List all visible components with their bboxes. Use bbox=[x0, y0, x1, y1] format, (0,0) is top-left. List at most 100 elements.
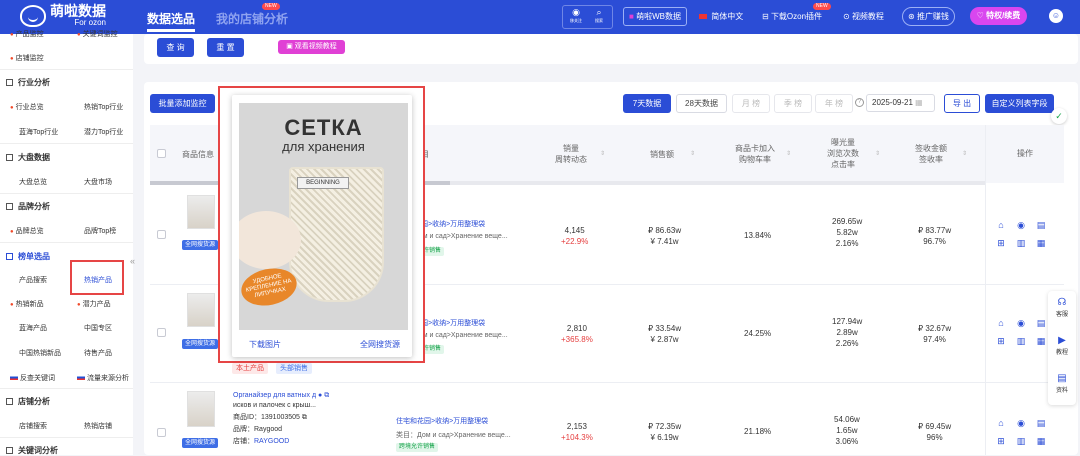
eye-icon[interactable]: ◉ bbox=[1011, 220, 1031, 231]
batch-monitor-button[interactable]: 批量添加监控 bbox=[150, 94, 215, 113]
sidebar-item-traffic-source[interactable]: 流量来源分析 bbox=[77, 373, 129, 383]
search-source-tag[interactable]: 全网搜货源 bbox=[182, 438, 219, 448]
copy-icon[interactable]: ⧉ bbox=[302, 414, 307, 421]
language-selector[interactable]: 简体中文 bbox=[699, 11, 743, 22]
sidebar-item-china-hot-new[interactable]: 中国热销新品 bbox=[19, 348, 61, 358]
logo[interactable]: 萌啦数据 For ozon bbox=[20, 4, 106, 27]
collapse-icon[interactable]: « bbox=[130, 256, 135, 266]
col-revenue[interactable]: 销售额 bbox=[650, 149, 674, 160]
sidebar-section-market[interactable]: 大盘数据 bbox=[6, 152, 50, 163]
doc-icon[interactable]: ▥ bbox=[1011, 436, 1031, 447]
col-exposure[interactable]: 曝光量 浏览次数 点击率 bbox=[827, 137, 859, 170]
sidebar-item-brand-top[interactable]: 品牌Top榜 bbox=[84, 226, 116, 236]
nav-my-store-analysis[interactable]: 我的店铺分析 bbox=[216, 10, 288, 27]
help-icon[interactable]: ? bbox=[855, 98, 864, 107]
sidebar-item-blue-ocean-industry[interactable]: 蓝海Top行业 bbox=[19, 127, 58, 137]
sidebar-item-blue-ocean[interactable]: 蓝海产品 bbox=[19, 323, 47, 333]
sort-icon[interactable]: ⇕ bbox=[690, 150, 695, 157]
customer-service-button[interactable]: ☊ 客服 bbox=[1048, 296, 1076, 318]
col-cart-rate[interactable]: 商品卡加入 购物车率 bbox=[735, 143, 775, 165]
follow-tool[interactable]: ◉ 移关注 bbox=[567, 6, 585, 28]
monitor-icon[interactable]: ⌂ bbox=[991, 220, 1011, 231]
sort-icon[interactable]: ⇕ bbox=[600, 150, 605, 157]
year-rank[interactable]: 年 榜 bbox=[815, 94, 853, 113]
search-tool[interactable]: ⌕ 搜索 bbox=[590, 6, 608, 28]
select-all-checkbox[interactable] bbox=[157, 149, 166, 158]
compare-icon[interactable]: ⊞ bbox=[991, 436, 1011, 447]
sidebar-item-china-zone[interactable]: 中国专区 bbox=[84, 323, 112, 333]
download-plugin-link[interactable]: ⊟ 下载Ozon插件 bbox=[762, 11, 822, 22]
export-button[interactable]: 导 出 bbox=[944, 94, 980, 113]
monitor-icon[interactable]: ⌂ bbox=[991, 418, 1011, 429]
eye-icon[interactable]: ◉ bbox=[1011, 418, 1031, 429]
product-title[interactable]: Органайзер для ватных д ● ⧉ bbox=[233, 391, 329, 401]
sidebar-item-market-overview[interactable]: 大盘总览 bbox=[19, 177, 47, 187]
search-source-tag[interactable]: 全网搜货源 bbox=[182, 240, 219, 250]
wb-data-button[interactable]: ■ 萌啦WB数据 bbox=[623, 7, 687, 26]
sort-icon[interactable]: ⇕ bbox=[962, 150, 967, 157]
search-source-tag[interactable]: 全网搜货源 bbox=[182, 339, 219, 349]
category-path[interactable]: 住宅和花园>收纳>万用整理袋 bbox=[396, 416, 488, 426]
sidebar-item-market[interactable]: 大盘市场 bbox=[84, 177, 112, 187]
sort-icon[interactable]: ⇕ bbox=[875, 150, 880, 157]
user-avatar[interactable]: ☺ bbox=[1049, 9, 1063, 23]
sidebar-item-product-search[interactable]: 产品搜索 bbox=[19, 275, 47, 285]
db-icon[interactable]: ▦ bbox=[1031, 436, 1051, 447]
sidebar-item-hot-new[interactable]: ● 热销新品 bbox=[10, 299, 44, 309]
compare-icon[interactable]: ⊞ bbox=[991, 238, 1011, 249]
sort-icon[interactable]: ⇕ bbox=[786, 150, 791, 157]
monitor-icon[interactable]: ⌂ bbox=[991, 318, 1011, 329]
col-signed[interactable]: 签收金额 签收率 bbox=[915, 143, 947, 165]
vip-renew-button[interactable]: ♡ 特权/续费 bbox=[970, 7, 1027, 25]
sidebar-section-ranking[interactable]: 榜单选品 bbox=[6, 251, 50, 262]
resources-button[interactable]: ▤ 资料 bbox=[1048, 372, 1076, 394]
sidebar-section-store[interactable]: 店铺分析 bbox=[6, 396, 50, 407]
compare-icon[interactable]: ⊞ bbox=[991, 336, 1011, 347]
sidebar-item-product-monitor[interactable]: ● 产品监控 bbox=[10, 29, 44, 39]
checkmark-icon[interactable]: ✓ bbox=[1051, 108, 1067, 124]
sidebar-item-brand-overview[interactable]: ● 品牌总览 bbox=[10, 226, 44, 236]
range-28-days[interactable]: 28天数据 bbox=[676, 94, 727, 113]
product-thumbnail[interactable] bbox=[187, 195, 215, 229]
date-picker[interactable]: 2025-09-21 ▦ bbox=[866, 94, 935, 112]
month-rank[interactable]: 月 榜 bbox=[732, 94, 770, 113]
sidebar-item-potential[interactable]: ● 潜力产品 bbox=[77, 299, 111, 309]
video-tutorial-link[interactable]: ⊙ 视频教程 bbox=[843, 11, 884, 22]
range-7-days[interactable]: 7天数据 bbox=[623, 94, 671, 113]
quarter-rank[interactable]: 季 榜 bbox=[774, 94, 812, 113]
reset-button[interactable]: 重 置 bbox=[207, 38, 244, 57]
row-checkbox[interactable] bbox=[157, 230, 166, 239]
sidebar-item-pending[interactable]: 待售产品 bbox=[84, 348, 112, 358]
sidebar-item-potential-industry[interactable]: 潜力Top行业 bbox=[84, 127, 123, 137]
sidebar-section-brand[interactable]: 品牌分析 bbox=[6, 201, 50, 212]
sidebar-section-keyword[interactable]: 关键词分析 bbox=[6, 445, 58, 456]
sidebar-item-hot-top-industry[interactable]: 热销Top行业 bbox=[84, 102, 123, 112]
sidebar-item-hot-stores[interactable]: 热销店铺 bbox=[84, 421, 112, 431]
sidebar-item-keyword-monitor[interactable]: ● 关键词监控 bbox=[77, 29, 118, 39]
product-thumbnail[interactable] bbox=[187, 293, 215, 327]
row-checkbox[interactable] bbox=[157, 428, 166, 437]
custom-fields-button[interactable]: 自定义列表字段 bbox=[985, 94, 1054, 113]
query-button[interactable]: 查 询 bbox=[157, 38, 194, 57]
calc-icon[interactable]: ▤ bbox=[1031, 418, 1051, 429]
store-link[interactable]: RAYGOOD bbox=[254, 438, 289, 445]
product-thumbnail[interactable] bbox=[187, 391, 215, 427]
eye-icon[interactable]: ◉ bbox=[1011, 318, 1031, 329]
db-icon[interactable]: ▦ bbox=[1031, 238, 1051, 249]
col-sales[interactable]: 销量 周转动态 bbox=[555, 143, 587, 165]
watch-video-button[interactable]: ▣ 观看视频教程 bbox=[278, 40, 345, 54]
doc-icon[interactable]: ▥ bbox=[1011, 336, 1031, 347]
sidebar-item-store-monitor[interactable]: ● 店铺监控 bbox=[10, 53, 44, 63]
sidebar-item-industry-overview[interactable]: ● 行业总览 bbox=[10, 102, 44, 112]
sidebar-section-industry[interactable]: 行业分析 bbox=[6, 77, 50, 88]
nav-data-selection[interactable]: 数据选品 bbox=[147, 10, 196, 32]
doc-icon[interactable]: ▥ bbox=[1011, 238, 1031, 249]
tutorial-button[interactable]: ▶ 教程 bbox=[1048, 334, 1076, 356]
sidebar-item-reverse-keyword[interactable]: 反查关键词 bbox=[10, 373, 55, 383]
search-source-link[interactable]: 全网搜货源 bbox=[360, 339, 400, 350]
copy-icon[interactable]: ⧉ bbox=[324, 392, 329, 399]
sidebar-item-store-search[interactable]: 店铺搜索 bbox=[19, 421, 47, 431]
download-image-link[interactable]: 下载图片 bbox=[249, 339, 281, 350]
row-checkbox[interactable] bbox=[157, 328, 166, 337]
calc-icon[interactable]: ▤ bbox=[1031, 220, 1051, 231]
